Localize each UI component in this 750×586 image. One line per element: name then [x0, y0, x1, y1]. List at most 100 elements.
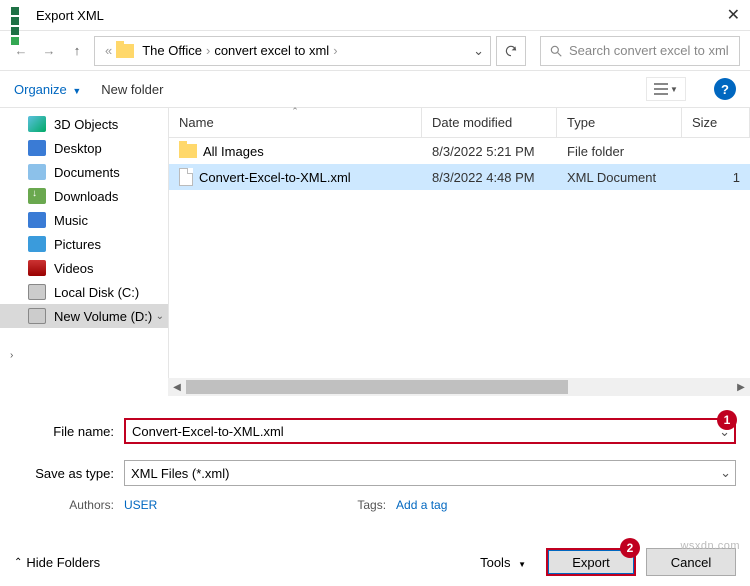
disk-icon [28, 308, 46, 324]
disk-icon [28, 284, 46, 300]
column-size[interactable]: Size [682, 108, 750, 137]
main-area: 3D Objects Desktop Documents Downloads M… [0, 108, 750, 378]
sidebar-item-label: Documents [54, 165, 120, 180]
authors-label: Authors: [14, 498, 114, 512]
export-button[interactable]: Export 2 [546, 548, 636, 576]
tools-menu[interactable]: Tools ▼ [480, 555, 526, 570]
search-input[interactable]: Search convert excel to xml [540, 36, 740, 66]
file-date: 8/3/2022 5:21 PM [422, 144, 557, 159]
sidebar: 3D Objects Desktop Documents Downloads M… [0, 108, 168, 378]
music-icon [28, 212, 46, 228]
column-headers: Name⌃ Date modified Type Size [169, 108, 750, 138]
excel-icon [10, 6, 28, 24]
file-date: 8/3/2022 4:48 PM [422, 170, 557, 185]
chevron-right-icon[interactable]: › [10, 350, 13, 372]
cancel-label: Cancel [671, 555, 711, 570]
desktop-icon [28, 140, 46, 156]
cancel-button[interactable]: Cancel [646, 548, 736, 576]
file-icon [179, 168, 193, 186]
tools-label: Tools [480, 555, 510, 570]
sidebar-item-label: Local Disk (C:) [54, 285, 139, 300]
sidebar-item-pictures[interactable]: Pictures [0, 232, 168, 256]
sidebar-item-local-disk[interactable]: Local Disk (C:) [0, 280, 168, 304]
3d-objects-icon [28, 116, 46, 132]
export-label: Export [572, 555, 610, 570]
sidebar-item-3d-objects[interactable]: 3D Objects [0, 112, 168, 136]
scroll-right-icon[interactable]: ▶ [732, 378, 750, 396]
view-options-button[interactable]: ▼ [646, 77, 686, 101]
scroll-track[interactable] [186, 378, 732, 396]
close-icon[interactable]: ✕ [727, 5, 740, 25]
chevron-up-icon: ⌃ [14, 557, 22, 568]
forward-button: → [38, 40, 60, 62]
file-row[interactable]: All Images 8/3/2022 5:21 PM File folder [169, 138, 750, 164]
back-button[interactable]: ← [10, 40, 32, 62]
breadcrumb[interactable]: convert excel to xml [214, 43, 329, 58]
sidebar-item-label: Music [54, 213, 88, 228]
sidebar-item-label: Videos [54, 261, 94, 276]
file-name: All Images [203, 144, 264, 159]
chevron-down-icon[interactable]: ⌄ [473, 43, 484, 59]
callout-badge-2: 2 [620, 538, 640, 558]
organize-label: Organize [14, 82, 67, 97]
hide-folders-button[interactable]: ⌃ Hide Folders [14, 555, 100, 570]
toolbar: Organize ▼ New folder ▼ ? [0, 70, 750, 108]
callout-badge-1: 1 [717, 410, 737, 430]
filename-row: File name: Convert-Excel-to-XML.xml ⌄ 1 [0, 410, 750, 452]
file-size: 1 [682, 170, 750, 185]
downloads-icon [28, 188, 46, 204]
caret-down-icon: ▼ [518, 560, 526, 569]
tags-label: Tags: [357, 498, 386, 512]
column-name[interactable]: Name⌃ [169, 108, 422, 137]
chevron-left-icon: « [105, 43, 112, 58]
sidebar-item-label: New Volume (D:) [54, 309, 152, 324]
savetype-select[interactable]: XML Files (*.xml) ⌄ [124, 460, 736, 486]
dialog-title: Export XML [36, 8, 727, 23]
savetype-label: Save as type: [14, 466, 114, 481]
help-button[interactable]: ? [714, 78, 736, 100]
file-row-selected[interactable]: Convert-Excel-to-XML.xml 8/3/2022 4:48 P… [169, 164, 750, 190]
sidebar-item-label: Desktop [54, 141, 102, 156]
meta-row: Authors: USER Tags: Add a tag [0, 494, 750, 512]
savetype-value: XML Files (*.xml) [131, 466, 229, 481]
search-icon [549, 44, 563, 58]
filename-label: File name: [14, 424, 114, 439]
file-type: File folder [557, 144, 682, 159]
documents-icon [28, 164, 46, 180]
refresh-button[interactable] [496, 36, 526, 66]
sidebar-item-music[interactable]: Music [0, 208, 168, 232]
tags-value[interactable]: Add a tag [396, 498, 447, 512]
footer: ⌃ Hide Folders Tools ▼ Export 2 Cancel [0, 548, 750, 576]
watermark: wsxdn.com [680, 540, 740, 552]
breadcrumb[interactable]: The Office [142, 43, 202, 58]
sidebar-item-new-volume[interactable]: New Volume (D:) ⌄ [0, 304, 168, 328]
titlebar: Export XML ✕ [0, 0, 750, 30]
horizontal-scrollbar[interactable]: ◀ ▶ [168, 378, 750, 396]
filename-input[interactable]: Convert-Excel-to-XML.xml ⌄ 1 [124, 418, 736, 444]
chevron-down-icon: ⌄ [156, 311, 164, 322]
new-folder-button[interactable]: New folder [101, 82, 163, 97]
scroll-thumb[interactable] [186, 380, 568, 394]
sidebar-item-label: Pictures [54, 237, 101, 252]
videos-icon [28, 260, 46, 276]
sidebar-item-desktop[interactable]: Desktop [0, 136, 168, 160]
file-type: XML Document [557, 170, 682, 185]
column-type[interactable]: Type [557, 108, 682, 137]
chevron-right-icon: › [333, 43, 337, 58]
file-name: Convert-Excel-to-XML.xml [199, 170, 351, 185]
address-bar[interactable]: « The Office › convert excel to xml › ⌄ [94, 36, 491, 66]
file-list: Name⌃ Date modified Type Size All Images… [168, 108, 750, 378]
chevron-down-icon[interactable]: ⌄ [720, 465, 731, 481]
organize-menu[interactable]: Organize ▼ [14, 82, 81, 97]
sidebar-item-downloads[interactable]: Downloads [0, 184, 168, 208]
up-button[interactable]: ↑ [66, 40, 88, 62]
sidebar-item-documents[interactable]: Documents [0, 160, 168, 184]
column-date[interactable]: Date modified [422, 108, 557, 137]
sidebar-item-videos[interactable]: Videos [0, 256, 168, 280]
scroll-left-icon[interactable]: ◀ [168, 378, 186, 396]
authors-value[interactable]: USER [124, 498, 157, 512]
chevron-right-icon: › [206, 43, 210, 58]
pictures-icon [28, 236, 46, 252]
savetype-row: Save as type: XML Files (*.xml) ⌄ [0, 452, 750, 494]
search-placeholder: Search convert excel to xml [569, 43, 729, 58]
